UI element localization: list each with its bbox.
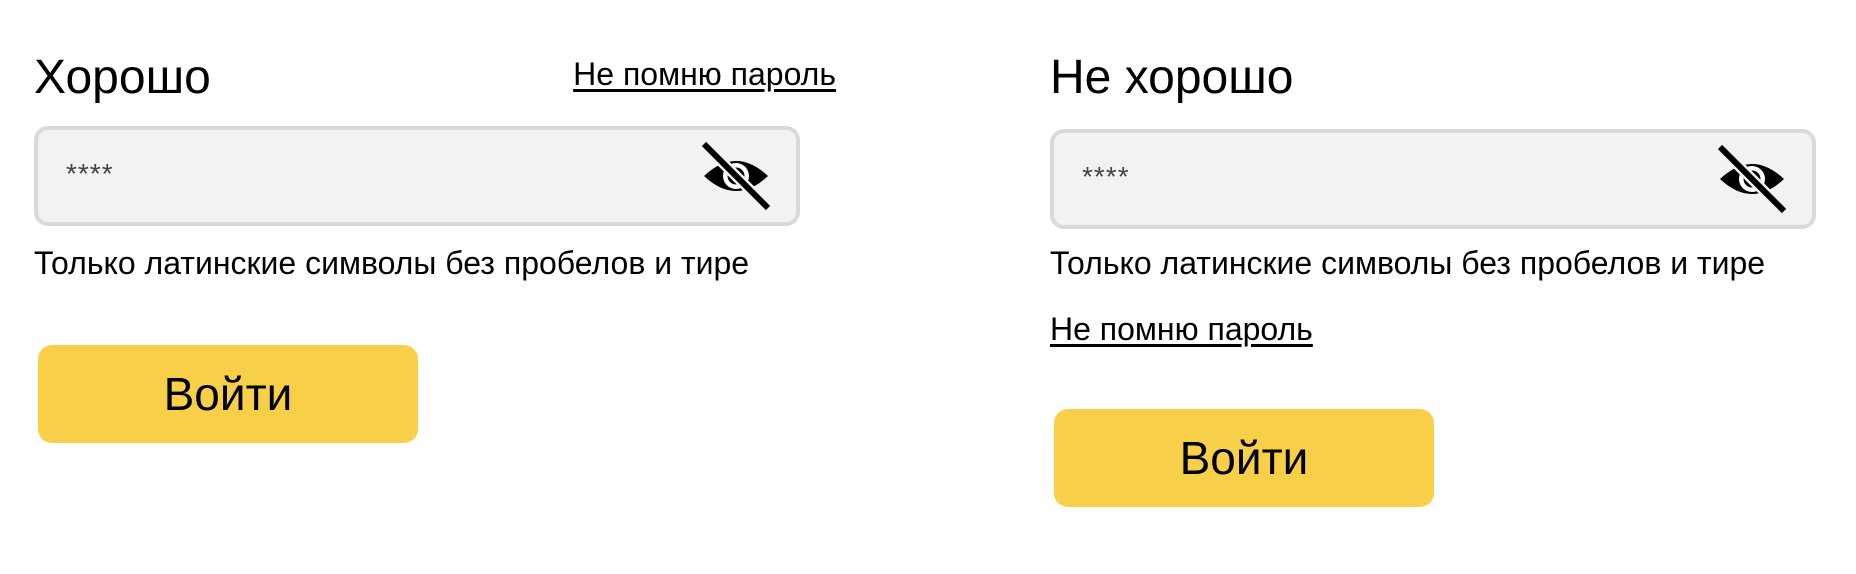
password-value: **** — [1082, 161, 1130, 192]
eye-off-icon[interactable] — [700, 140, 772, 212]
password-field[interactable]: **** — [34, 126, 800, 226]
login-button[interactable]: Войти — [38, 345, 418, 443]
password-hint: Только латинские символы без пробелов и … — [1050, 245, 1766, 281]
password-field[interactable]: **** — [1050, 129, 1816, 229]
bad-example-title: Не хорошо — [1050, 51, 1294, 104]
good-example-panel: Хорошо Не помню пароль **** Только латин… — [34, 0, 836, 574]
bad-example-panel: Не хорошо **** Только латинские символы … — [1050, 0, 1850, 574]
forgot-password-link[interactable]: Не помню пароль — [573, 54, 836, 94]
password-value: **** — [66, 158, 114, 189]
eye-off-icon[interactable] — [1716, 143, 1788, 215]
forgot-password-link[interactable]: Не помню пароль — [1050, 309, 1313, 349]
login-button[interactable]: Войти — [1054, 409, 1434, 507]
good-example-title: Хорошо — [34, 51, 211, 104]
password-hint: Только латинские символы без пробелов и … — [34, 245, 750, 281]
